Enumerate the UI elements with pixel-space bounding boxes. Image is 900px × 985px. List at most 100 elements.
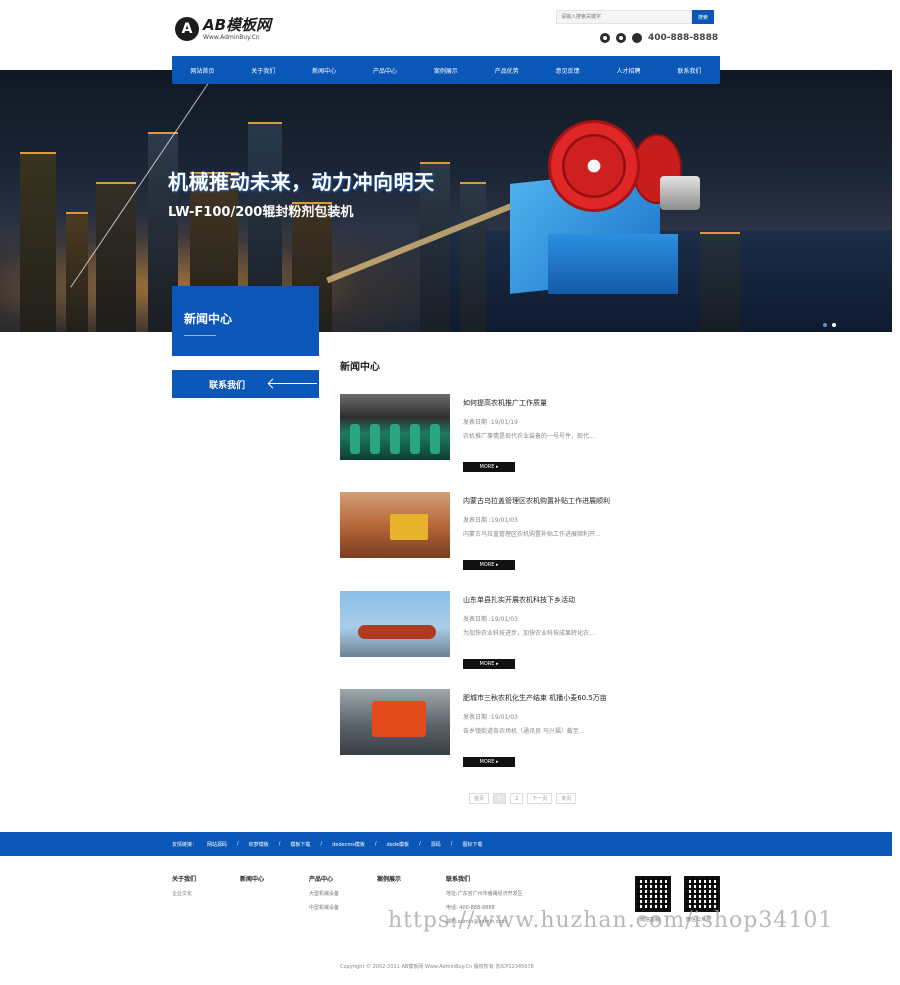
footer-col-products: 产品中心 大型机械设备 中型机械设备: [309, 874, 339, 918]
banner-subtitle: LW-F100/200辊封粉剂包装机: [168, 205, 354, 220]
friend-link[interactable]: 模板下载: [290, 841, 310, 848]
sidebar-title-underline: [184, 335, 216, 336]
nav-item-cases[interactable]: 案例展示: [434, 66, 458, 75]
news-thumbnail[interactable]: [340, 492, 450, 558]
footer-col-about: 关于我们 企业文化: [172, 874, 196, 904]
qq-icon[interactable]: [600, 33, 610, 43]
slider-dot[interactable]: [823, 323, 827, 327]
news-date: 发表日期 :19/01/19: [463, 419, 518, 426]
building: [66, 212, 88, 332]
page-first-button[interactable]: 首页: [469, 793, 490, 804]
nav-item-home[interactable]: 网站首页: [190, 66, 214, 75]
search-button[interactable]: 搜索: [692, 10, 714, 24]
logo-icon: A: [175, 17, 199, 41]
more-button[interactable]: MORE ▸: [463, 462, 515, 472]
machine-base: [548, 234, 678, 294]
sidebar-contact-label: 联系我们: [209, 380, 246, 391]
news-title[interactable]: 如何提高农机推广工作质量: [463, 398, 547, 408]
news-title[interactable]: 内蒙古乌拉盖管理区农机购置补贴工作进展顺利: [463, 496, 610, 506]
friend-link[interactable]: 织梦模板: [249, 841, 269, 848]
loader-shape: [372, 701, 426, 737]
separator: /: [419, 841, 421, 847]
page-2-button[interactable]: 2: [510, 793, 524, 804]
footer-heading[interactable]: 联系我们: [446, 874, 523, 883]
nav-item-news[interactable]: 新闻中心: [312, 66, 336, 75]
more-button[interactable]: MORE ▸: [463, 757, 515, 767]
news-thumbnail[interactable]: [340, 591, 450, 657]
machine-part: [370, 424, 380, 454]
footer-link[interactable]: 中型机械设备: [309, 904, 339, 911]
news-date: 发表日期 :19/01/03: [463, 714, 518, 721]
more-button[interactable]: MORE ▸: [463, 659, 515, 669]
tank-shape: [358, 625, 436, 639]
separator: /: [374, 841, 377, 847]
friend-link[interactable]: dedecms模板: [332, 841, 365, 848]
nav-item-jobs[interactable]: 人才招聘: [617, 66, 641, 75]
nav-item-feedback[interactable]: 意见反馈: [556, 66, 580, 75]
footer-link[interactable]: 企业文化: [172, 890, 196, 897]
arrow-left-icon: [269, 383, 317, 384]
list-item: 肥城市三秋农机化生产结束 机播小麦60.5万亩 发表日期 :19/01/03 各…: [340, 689, 680, 777]
slider-dots: [823, 323, 836, 327]
machine-part: [350, 424, 360, 454]
news-title[interactable]: 山东单县扎实开展农机科技下乡活动: [463, 595, 575, 605]
banner-title: 机械推动未来，动力冲向明天: [168, 170, 435, 194]
news-title[interactable]: 肥城市三秋农机化生产结束 机播小麦60.5万亩: [463, 693, 607, 703]
machine-motor: [660, 176, 700, 210]
logo-text: AB模板网 Www.AdminBuy.Cn: [203, 17, 271, 41]
wechat-icon[interactable]: [616, 33, 626, 43]
news-description: 各乡镇街道各农场机（通讯员 马兴福）截至...: [463, 728, 585, 735]
machine-part: [390, 424, 400, 454]
news-date: 发表日期 :19/01/03: [463, 517, 518, 524]
search-input[interactable]: [556, 10, 692, 24]
footer-link[interactable]: 大型机械设备: [309, 890, 339, 897]
list-item: 内蒙古乌拉盖管理区农机购置补贴工作进展顺利 发表日期 :19/01/03 内蒙古…: [340, 492, 680, 580]
nav-item-advantages[interactable]: 产品优势: [495, 66, 519, 75]
machine-wheel: [548, 120, 640, 212]
footer-col-news: 新闻中心: [240, 874, 264, 890]
footer-address: 地址:广东省广州市番禺经济开发区: [446, 891, 523, 897]
pagination: 首页 1 2 下一页 末页: [469, 793, 577, 804]
separator: /: [450, 841, 453, 847]
building: [700, 232, 740, 332]
more-button[interactable]: MORE ▸: [463, 560, 515, 570]
list-item: 山东单县扎实开展农机科技下乡活动 发表日期 :19/01/03 为加快农业科技进…: [340, 591, 680, 679]
list-item: 如何提高农机推广工作质量 发表日期 :19/01/19 农机推广事情是现代农业装…: [340, 394, 680, 482]
copyright: Copyright © 2002-2011 AB模板网 Www.AdminBuy…: [340, 964, 534, 970]
page-next-button[interactable]: 下一页: [527, 793, 553, 804]
separator: /: [320, 841, 323, 847]
building: [96, 182, 136, 332]
friend-link[interactable]: 网站源码: [207, 841, 227, 848]
wechat-official-qr-code: [684, 876, 720, 912]
friend-link[interactable]: 图标下载: [462, 841, 482, 848]
footer-heading[interactable]: 新闻中心: [240, 874, 264, 883]
wechat-service-qr-code: [635, 876, 671, 912]
phone-icon: [632, 33, 642, 43]
site-logo[interactable]: A AB模板网 Www.AdminBuy.Cn: [175, 14, 275, 44]
nav-item-about[interactable]: 关于我们: [251, 66, 275, 75]
footer-heading[interactable]: 关于我们: [172, 874, 196, 883]
search-bar: 搜索: [556, 10, 714, 24]
footer-col-cases: 案例展示: [377, 874, 401, 890]
slider-dot-active[interactable]: [832, 323, 836, 327]
footer-heading[interactable]: 案例展示: [377, 874, 401, 883]
nav-item-products[interactable]: 产品中心: [373, 66, 397, 75]
separator: /: [278, 841, 281, 847]
friend-link[interactable]: dede模板: [387, 841, 410, 848]
nav-item-contact[interactable]: 联系我们: [677, 66, 701, 75]
main-nav: 网站首页 关于我们 新闻中心 产品中心 案例展示 产品优势 意见反馈 人才招聘 …: [172, 56, 720, 84]
news-date: 发表日期 :19/01/03: [463, 616, 518, 623]
sidebar-title-box: 新闻中心: [172, 286, 319, 356]
page-last-button[interactable]: 末页: [556, 793, 577, 804]
bulldozer-shape: [390, 514, 428, 540]
news-thumbnail[interactable]: [340, 394, 450, 460]
page-1-button[interactable]: 1: [493, 793, 507, 804]
news-thumbnail[interactable]: [340, 689, 450, 755]
friend-links-bar: 友情链接： 网站源码 / 织梦模板 / 模板下载 / dedecms模板 / d…: [0, 832, 892, 856]
page-title: 新闻中心: [340, 362, 380, 373]
logo-subtitle: Www.AdminBuy.Cn: [203, 33, 260, 41]
machine-part: [410, 424, 420, 454]
sidebar-contact-button[interactable]: 联系我们: [172, 370, 319, 398]
friend-link[interactable]: 源码: [431, 841, 441, 848]
footer-heading[interactable]: 产品中心: [309, 874, 339, 883]
